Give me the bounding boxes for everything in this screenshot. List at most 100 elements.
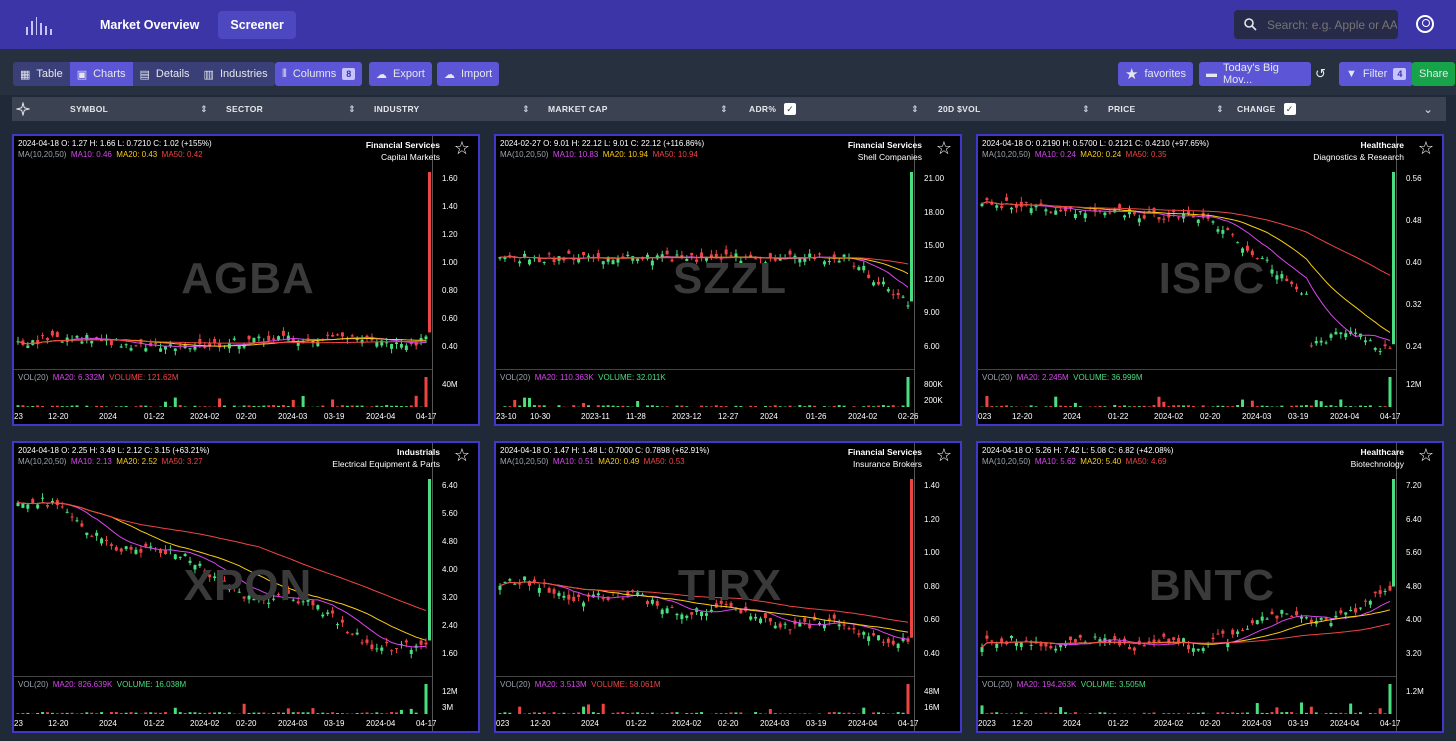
time-tick-label: 04-17 (1380, 412, 1401, 421)
candle-body (1132, 647, 1136, 651)
logo-icon[interactable] (26, 15, 52, 35)
favorite-star-icon[interactable]: ☆ (936, 446, 952, 464)
volume-bar (1280, 405, 1284, 407)
star-icon: ★ (1125, 66, 1139, 83)
candle-body (985, 635, 989, 639)
candlestick-chart[interactable] (496, 136, 962, 426)
favorites-button[interactable]: ★ favorites (1118, 62, 1194, 86)
chart-card-bntc[interactable]: 2024-04-18 O: 5.26 H: 7.42 L: 5.08 C: 6.… (976, 441, 1444, 733)
column-sector[interactable]: SECTOR ⇕ (226, 97, 356, 121)
search-box[interactable] (1234, 10, 1398, 39)
volume-bar (852, 713, 856, 714)
favorite-star-icon[interactable]: ☆ (1418, 139, 1434, 157)
chart-card-agba[interactable]: 2024-04-18 O: 1.27 H: 1.66 L: 0.7210 C: … (12, 134, 480, 426)
volume-bar (739, 406, 743, 407)
candle-body (626, 254, 630, 257)
tab-industries[interactable]: ▥ Industries (197, 62, 275, 86)
share-label: Share (1419, 68, 1449, 80)
history-button[interactable]: ↺ (1310, 62, 1331, 86)
column-market-cap[interactable]: MARKET CAP ⇕ (548, 97, 728, 121)
filter-button[interactable]: ▼ Filter 4 (1339, 62, 1414, 86)
tab-charts[interactable]: ▣ Charts (69, 62, 133, 86)
volume-bar (675, 712, 679, 714)
volume-bar (660, 713, 664, 714)
volume-bar (596, 405, 600, 407)
time-axis: 23-10 10-30 2023-11 11-28 2023-12 12-27 2024 01… (496, 412, 960, 424)
chart-card-ispc[interactable]: 2024-04-18 O: 0.2190 H: 0.5700 L: 0.2121… (976, 134, 1444, 426)
candlestick-chart[interactable] (14, 136, 480, 426)
volume-bar (203, 713, 207, 714)
industry-label: Electrical Equipment & Parts (332, 459, 440, 469)
export-button[interactable]: ☁ Export (369, 62, 432, 86)
ma10-line (981, 201, 1391, 341)
column-price[interactable]: PRICE ⇕ (1108, 97, 1224, 121)
column-20d-vol[interactable]: 20D $VOL ⇕ (938, 97, 1090, 121)
volume-bar (778, 713, 782, 714)
chart-card-xpon[interactable]: 2024-04-18 O: 2.25 H: 3.49 L: 2.12 C: 3.… (12, 441, 480, 733)
user-account-icon[interactable] (1416, 15, 1434, 33)
volume-bar (85, 405, 89, 407)
candle-body (26, 504, 30, 509)
candle-body (409, 649, 413, 654)
volume-bar (1191, 405, 1195, 407)
volume-bar (773, 405, 777, 407)
column-change[interactable]: CHANGE ✓ ⌄ (1237, 97, 1433, 121)
volume-bar (1078, 406, 1082, 407)
candle-body (842, 254, 846, 257)
candle-body (1339, 332, 1343, 335)
candle-body (257, 595, 261, 601)
volume-bar (665, 713, 669, 714)
share-button[interactable]: Share (1412, 62, 1456, 86)
chart-card-tirx[interactable]: 2024-04-18 O: 1.47 H: 1.48 L: 0.7000 C: … (494, 441, 962, 733)
volume-bar (896, 712, 900, 714)
column-adr[interactable]: ADR% ✓ ⇕ (749, 97, 919, 121)
volume-readout: VOL(20) MA20: 6.332M VOLUME: 121.62M (18, 373, 179, 382)
sparkle-icon[interactable] (16, 97, 36, 121)
volume-bar (901, 405, 905, 407)
volume-bar (1113, 405, 1117, 407)
column-industry[interactable]: INDUSTRY ⇕ (374, 97, 530, 121)
favorite-star-icon[interactable]: ☆ (1418, 446, 1434, 464)
checkbox-icon[interactable]: ✓ (1283, 103, 1296, 115)
chart-card-szzl[interactable]: 2024-02-27 O: 9.01 H: 22.12 L: 9.01 C: 2… (494, 134, 962, 426)
candle-body (1250, 620, 1254, 624)
candlestick-chart[interactable] (496, 443, 962, 733)
candle-body (906, 305, 910, 307)
import-button[interactable]: ☁ Import (437, 62, 500, 86)
search-input[interactable] (1267, 17, 1397, 32)
favorite-star-icon[interactable]: ☆ (454, 139, 470, 157)
time-tick-label: 02-20 (718, 719, 739, 728)
candlestick-chart[interactable] (978, 443, 1444, 733)
candlestick-chart[interactable] (14, 443, 480, 733)
favorite-star-icon[interactable]: ☆ (936, 139, 952, 157)
candle-body (375, 342, 379, 347)
nav-market-overview[interactable]: Market Overview (88, 11, 211, 39)
column-symbol[interactable]: SYMBOL ⇕ (70, 97, 208, 121)
volume-bar (749, 405, 753, 407)
time-tick-label: 2024-02 (1154, 719, 1184, 728)
columns-button[interactable]: ⦀ Columns 8 (275, 62, 363, 86)
ma50-line (981, 623, 1391, 648)
nav-screener[interactable]: Screener (218, 10, 296, 39)
tab-details[interactable]: ▤ Details (133, 62, 197, 86)
volume-bar (124, 406, 128, 407)
volume-bar (724, 406, 728, 407)
saved-screen-select[interactable]: ▬ Today's Big Mov... (1199, 62, 1311, 86)
volume-bar (1334, 713, 1338, 714)
volume-bar (370, 406, 374, 407)
top-nav: Market Overview Screener (0, 0, 1456, 49)
export-label: Export (393, 68, 425, 80)
candlestick-chart[interactable] (978, 136, 1444, 426)
favorite-star-icon[interactable]: ☆ (454, 446, 470, 464)
checkbox-icon[interactable]: ✓ (784, 103, 797, 115)
candle-body (80, 341, 84, 344)
candle-body (1354, 332, 1358, 334)
time-tick-label: 04-17 (1380, 719, 1401, 728)
candle-body (419, 640, 423, 645)
time-tick-label: 023 (978, 412, 992, 421)
tab-table[interactable]: ▦ Table (13, 62, 70, 86)
volume-label: VOL(20) (500, 373, 531, 382)
volume-bar (1167, 406, 1171, 407)
candle-body (60, 341, 64, 343)
sort-icon: ⇕ (200, 103, 208, 114)
